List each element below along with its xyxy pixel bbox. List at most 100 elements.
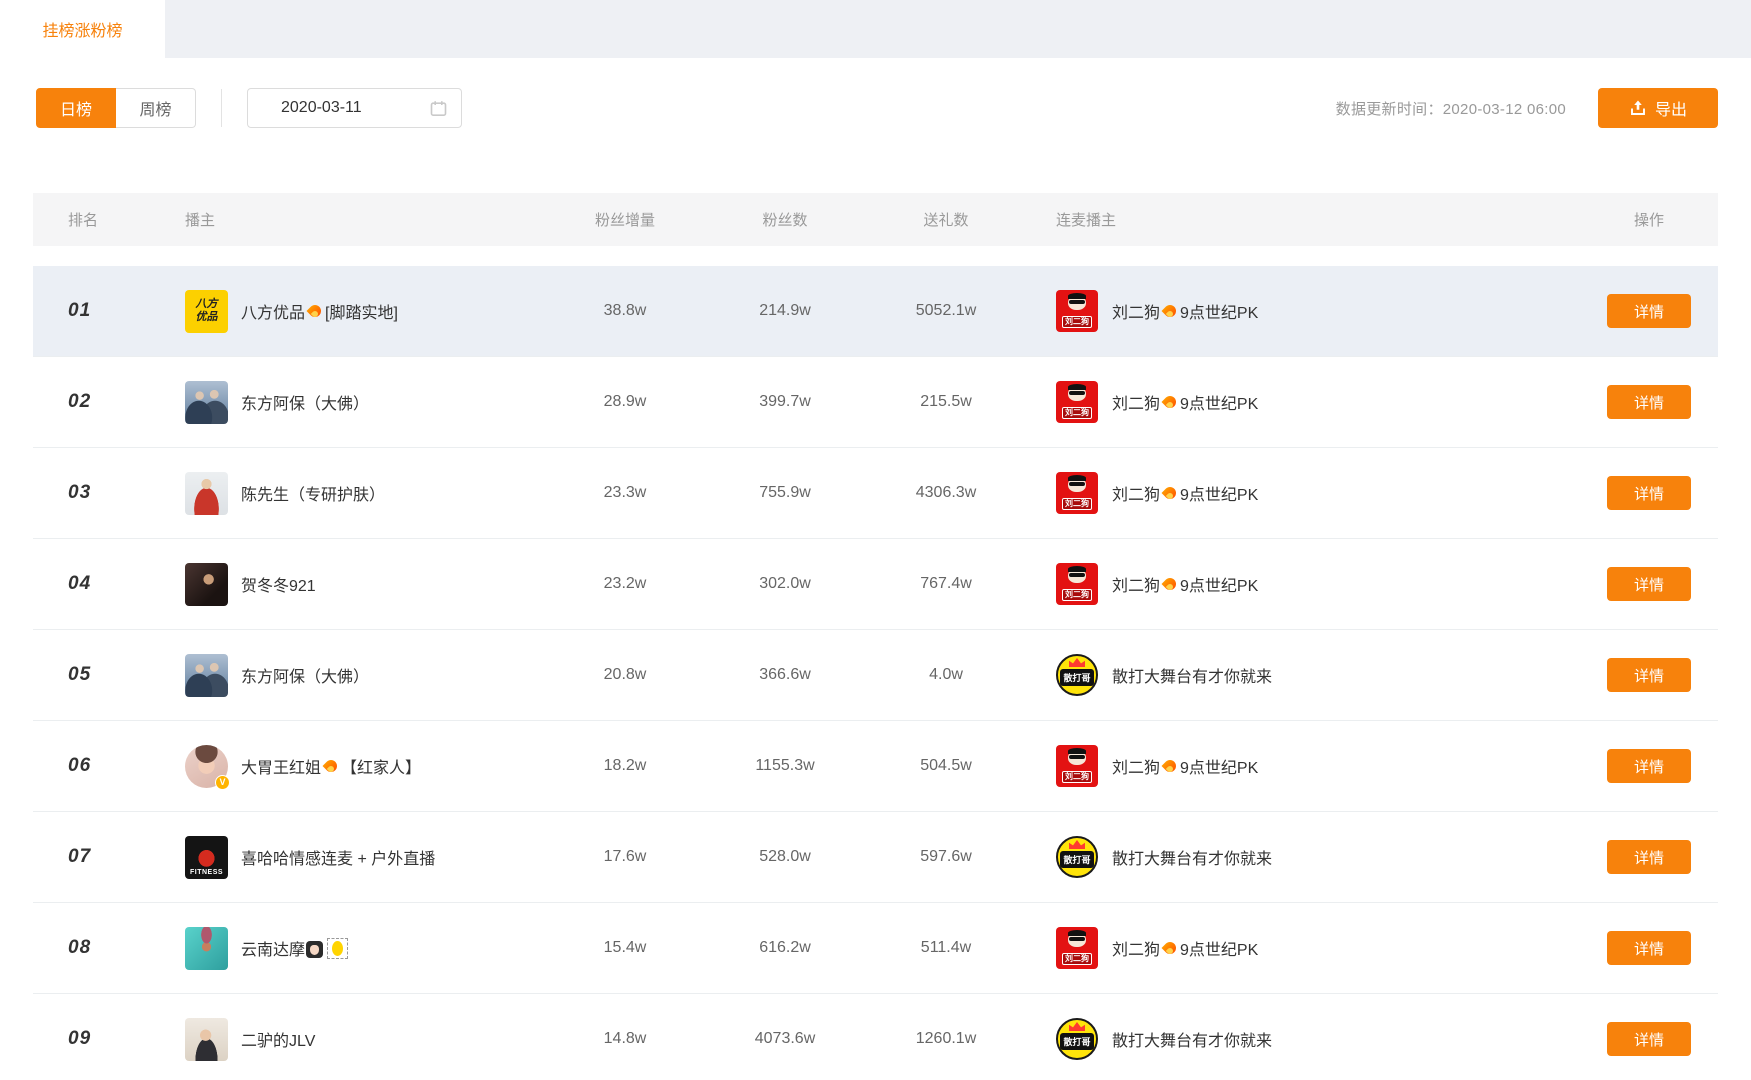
detail-button[interactable]: 详情 [1607, 749, 1691, 783]
cohost-name: 刘二狗9点世纪PK [1112, 299, 1258, 323]
avatar-image [185, 927, 228, 970]
detail-button[interactable]: 详情 [1607, 476, 1691, 510]
crown-shape [1069, 1022, 1085, 1031]
cohost-name: 刘二狗9点世纪PK [1112, 390, 1258, 414]
action-cell: 详情 [1580, 476, 1718, 510]
cohost-cell: 刘二狗 刘二狗9点世纪PK [1027, 927, 1580, 969]
rank-number: 07 [33, 846, 91, 868]
cohost-cell: 刘二狗 刘二狗9点世纪PK [1027, 290, 1580, 332]
broadcaster-cell: 八方优品 八方优品[脚踏实地] [145, 290, 545, 333]
cohost-cell: 刘二狗 刘二狗9点世纪PK [1027, 745, 1580, 787]
broadcaster-avatar [185, 927, 228, 970]
header-broadcaster: 播主 [145, 209, 545, 230]
table-row[interactable]: 02 东方阿保（大佛） 28.9w 399.7w 215.5w 刘二狗 刘二狗9… [33, 357, 1718, 448]
fans-total-value: 4073.6w [705, 1030, 865, 1048]
detail-button[interactable]: 详情 [1607, 294, 1691, 328]
broadcaster-name: 陈先生（专研护肤） [241, 481, 385, 505]
broadcaster-avatar: V [185, 745, 228, 788]
calendar-icon[interactable] [430, 100, 447, 117]
glasses-shape [1069, 482, 1085, 486]
cohost-avatar-label: 刘二狗 [1062, 498, 1092, 510]
action-cell: 详情 [1580, 749, 1718, 783]
table-row[interactable]: 05 东方阿保（大佛） 20.8w 366.6w 4.0w 散打哥 散打大舞台有… [33, 630, 1718, 721]
rank-cell: 01 [33, 300, 145, 322]
table-row[interactable]: 07 FITNESS 喜哈哈情感连麦 + 户外直播 17.6w 528.0w 5… [33, 812, 1718, 903]
detail-button[interactable]: 详情 [1607, 567, 1691, 601]
cohost-avatar: 刘二狗 [1056, 290, 1098, 332]
cohost-avatar: 刘二狗 [1056, 472, 1098, 514]
header-rank: 排名 [33, 209, 145, 230]
table-row[interactable]: 04 贺冬冬921 23.2w 302.0w 767.4w 刘二狗 刘二狗9点世… [33, 539, 1718, 630]
cohost-avatar: 刘二狗 [1056, 745, 1098, 787]
rank-cell: 02 [33, 391, 145, 413]
detail-button[interactable]: 详情 [1607, 1022, 1691, 1056]
detail-button[interactable]: 详情 [1607, 931, 1691, 965]
detail-button[interactable]: 详情 [1607, 385, 1691, 419]
gifts-value: 4306.3w [865, 484, 1027, 502]
table-row[interactable]: 01 八方优品 八方优品[脚踏实地] 38.8w 214.9w 5052.1w … [33, 266, 1718, 357]
fire-emoji [1163, 758, 1177, 775]
date-picker-input[interactable]: 2020-03-11 [247, 88, 462, 128]
daily-rank-button[interactable]: 日榜 [36, 88, 116, 128]
rank-cell: 06 [33, 755, 145, 777]
cohost-name: 刘二狗9点世纪PK [1112, 754, 1258, 778]
cohost-name: 散打大舞台有才你就来 [1112, 845, 1272, 869]
broadcaster-avatar: 八方优品 [185, 290, 228, 333]
rank-number: 01 [33, 300, 91, 322]
table-row[interactable]: 09 二驴的JLV 14.8w 4073.6w 1260.1w 散打哥 散打大舞… [33, 994, 1718, 1080]
action-cell: 详情 [1580, 1022, 1718, 1056]
fans-increase-value: 17.6w [545, 848, 705, 866]
fans-increase-value: 23.3w [545, 484, 705, 502]
fans-increase-value: 14.8w [545, 1030, 705, 1048]
fans-total-value: 528.0w [705, 848, 865, 866]
gifts-value: 504.5w [865, 757, 1027, 775]
gifts-value: 511.4w [865, 939, 1027, 957]
period-toggle: 日榜 周榜 [36, 88, 196, 128]
tab-guabang-zhangfenbang[interactable]: 挂榜涨粉榜 [0, 0, 165, 58]
date-value: 2020-03-11 [281, 99, 430, 117]
cohost-avatar: 散打哥 [1056, 836, 1098, 878]
avatar-image [185, 472, 228, 515]
woman-emoji [306, 941, 323, 958]
controls-row: 日榜 周榜 2020-03-11 数据更新时间：2020-03-12 06:00 [33, 88, 1718, 128]
broadcaster-cell: FITNESS 喜哈哈情感连麦 + 户外直播 [145, 836, 545, 879]
broadcaster-avatar [185, 654, 228, 697]
export-icon [1629, 99, 1647, 117]
rank-cell: 09 [33, 1028, 145, 1050]
fans-total-value: 399.7w [705, 393, 865, 411]
broadcaster-name: 东方阿保（大佛） [241, 390, 369, 414]
table-row[interactable]: 06 V 大胃王红姐【红家人】 18.2w 1155.3w 504.5w 刘二狗… [33, 721, 1718, 812]
vertical-divider [221, 89, 222, 127]
cohost-avatar-label: 刘二狗 [1062, 316, 1092, 328]
export-button[interactable]: 导出 [1598, 88, 1718, 128]
detail-button[interactable]: 详情 [1607, 840, 1691, 874]
cohost-avatar-label: 刘二狗 [1062, 589, 1092, 601]
cohost-cell: 散打哥 散打大舞台有才你就来 [1027, 1018, 1580, 1060]
gifts-value: 597.6w [865, 848, 1027, 866]
table-row[interactable]: 08 云南达摩 15.4w 616.2w 511.4w 刘二狗 刘二狗9点世纪P… [33, 903, 1718, 994]
gifts-value: 1260.1w [865, 1030, 1027, 1048]
broadcaster-name: 二驴的JLV [241, 1027, 315, 1051]
rank-cell: 05 [33, 664, 145, 686]
rank-cell: 08 [33, 937, 145, 959]
table-row[interactable]: 03 陈先生（专研护肤） 23.3w 755.9w 4306.3w 刘二狗 刘二… [33, 448, 1718, 539]
broadcaster-avatar [185, 472, 228, 515]
fans-total-value: 1155.3w [705, 757, 865, 775]
fans-increase-value: 23.2w [545, 575, 705, 593]
broadcaster-cell: 东方阿保（大佛） [145, 654, 545, 697]
cohost-avatar-label: 散打哥 [1060, 669, 1093, 686]
cohost-name: 刘二狗9点世纪PK [1112, 936, 1258, 960]
crown-shape [1069, 840, 1085, 849]
fire-emoji [324, 758, 338, 775]
fans-increase-value: 38.8w [545, 302, 705, 320]
detail-button[interactable]: 详情 [1607, 658, 1691, 692]
fire-emoji [1163, 394, 1177, 411]
broadcaster-avatar: FITNESS [185, 836, 228, 879]
rank-number: 05 [33, 664, 91, 686]
weekly-rank-button[interactable]: 周榜 [116, 88, 196, 128]
crown-shape [1069, 658, 1085, 667]
rank-number: 04 [33, 573, 91, 595]
cohost-name: 刘二狗9点世纪PK [1112, 481, 1258, 505]
avatar-label: 八方优品 [193, 298, 221, 324]
avatar-image [185, 563, 228, 606]
